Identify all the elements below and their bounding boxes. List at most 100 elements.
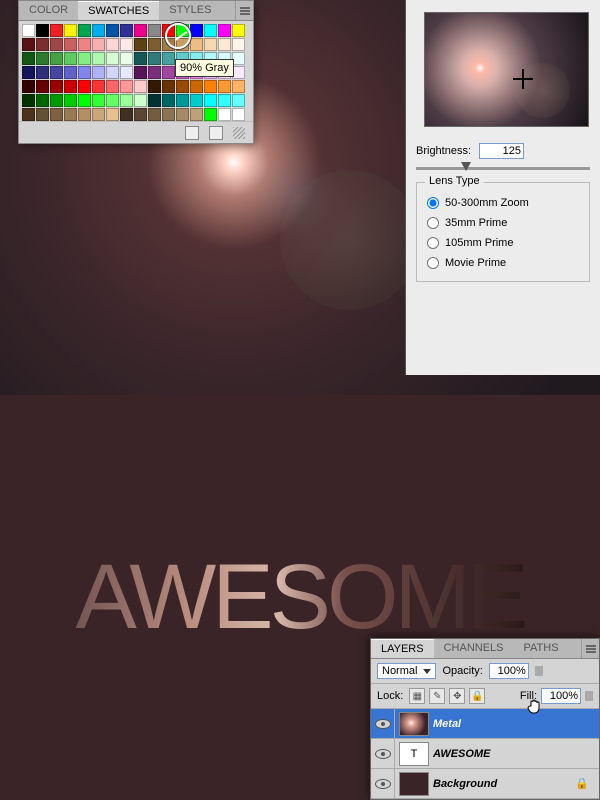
panel-menu-icon[interactable] (581, 639, 599, 658)
fill-input[interactable] (541, 688, 581, 704)
swatch[interactable] (232, 38, 245, 51)
swatch[interactable] (64, 80, 77, 93)
new-swatch-icon[interactable] (185, 126, 199, 140)
swatch[interactable] (162, 108, 175, 121)
lock-position-icon[interactable]: ✥ (449, 688, 465, 704)
swatch[interactable] (190, 108, 203, 121)
swatch[interactable] (148, 108, 161, 121)
lens-type-option[interactable]: 50-300mm Zoom (427, 193, 579, 213)
swatch[interactable] (92, 94, 105, 107)
swatch[interactable] (50, 80, 63, 93)
swatch[interactable] (78, 80, 91, 93)
swatch[interactable] (92, 24, 105, 37)
swatch[interactable] (78, 94, 91, 107)
layer-name-label[interactable]: AWESOME (433, 748, 599, 760)
swatch[interactable] (120, 38, 133, 51)
lens-type-option[interactable]: 35mm Prime (427, 213, 579, 233)
swatch[interactable] (106, 52, 119, 65)
panel-menu-icon[interactable] (235, 1, 253, 20)
swatch[interactable] (36, 80, 49, 93)
swatch[interactable] (92, 66, 105, 79)
swatch[interactable] (92, 108, 105, 121)
swatch[interactable] (134, 66, 147, 79)
radio-icon[interactable] (427, 197, 439, 209)
swatch[interactable] (134, 94, 147, 107)
chevron-right-icon[interactable] (585, 691, 593, 701)
swatch[interactable] (106, 108, 119, 121)
swatch[interactable] (176, 108, 189, 121)
layer-thumbnail[interactable]: T (399, 742, 429, 766)
swatch[interactable] (22, 24, 35, 37)
swatch[interactable] (218, 108, 231, 121)
swatch[interactable] (204, 94, 217, 107)
swatch[interactable] (232, 66, 245, 79)
swatch[interactable] (50, 108, 63, 121)
swatch[interactable] (162, 66, 175, 79)
swatch[interactable] (148, 80, 161, 93)
resize-grip-icon[interactable] (233, 127, 245, 139)
swatch[interactable] (218, 80, 231, 93)
swatch[interactable] (50, 66, 63, 79)
delete-swatch-icon[interactable] (209, 126, 223, 140)
swatch[interactable] (92, 80, 105, 93)
swatch[interactable] (92, 52, 105, 65)
swatch[interactable] (64, 24, 77, 37)
swatch[interactable] (204, 38, 217, 51)
swatch[interactable] (148, 94, 161, 107)
tab-swatches[interactable]: SWATCHES (78, 1, 159, 20)
radio-icon[interactable] (427, 217, 439, 229)
swatch[interactable] (162, 94, 175, 107)
visibility-toggle[interactable] (371, 769, 395, 798)
swatch[interactable] (22, 94, 35, 107)
swatch[interactable] (78, 108, 91, 121)
swatch[interactable] (78, 24, 91, 37)
swatch[interactable] (50, 24, 63, 37)
layer-row[interactable]: Background🔒 (371, 769, 599, 799)
swatch[interactable] (120, 66, 133, 79)
radio-icon[interactable] (427, 257, 439, 269)
swatch[interactable] (106, 66, 119, 79)
brightness-slider[interactable] (416, 167, 590, 170)
layer-row[interactable]: T AWESOME (371, 739, 599, 769)
layer-thumbnail[interactable] (399, 712, 429, 736)
swatch[interactable] (120, 108, 133, 121)
tab-layers[interactable]: LAYERS (371, 639, 434, 658)
tab-styles[interactable]: STYLES (159, 1, 221, 20)
swatch[interactable] (148, 66, 161, 79)
swatch[interactable] (36, 108, 49, 121)
swatch[interactable] (22, 38, 35, 51)
tab-color[interactable]: COLOR (19, 1, 78, 20)
swatch[interactable] (22, 52, 35, 65)
swatch[interactable] (232, 80, 245, 93)
lock-pixels-icon[interactable]: ✎ (429, 688, 445, 704)
lock-transparency-icon[interactable]: ▦ (409, 688, 425, 704)
swatch[interactable] (36, 38, 49, 51)
swatch[interactable] (190, 80, 203, 93)
swatch[interactable] (64, 94, 77, 107)
flare-center-crosshair-icon[interactable] (513, 69, 533, 89)
swatch[interactable] (134, 80, 147, 93)
blend-mode-select[interactable]: Normal (377, 663, 436, 679)
swatch[interactable] (106, 80, 119, 93)
layer-name-label[interactable]: Background (433, 778, 575, 790)
visibility-toggle[interactable] (371, 739, 395, 768)
swatch[interactable] (190, 94, 203, 107)
swatch[interactable] (204, 80, 217, 93)
swatch[interactable] (232, 94, 245, 107)
swatch[interactable] (50, 52, 63, 65)
swatch[interactable] (204, 108, 217, 121)
visibility-toggle[interactable] (371, 709, 395, 738)
swatch[interactable] (120, 94, 133, 107)
layer-name-label[interactable]: Metal (433, 718, 599, 730)
chevron-right-icon[interactable] (535, 666, 543, 676)
lens-type-option[interactable]: Movie Prime (427, 253, 579, 273)
lock-all-icon[interactable]: 🔒 (469, 688, 485, 704)
swatch[interactable] (148, 52, 161, 65)
swatch[interactable] (218, 24, 231, 37)
swatch[interactable] (22, 108, 35, 121)
swatch[interactable] (134, 108, 147, 121)
swatch[interactable] (120, 24, 133, 37)
swatch[interactable] (134, 52, 147, 65)
swatch[interactable] (190, 38, 203, 51)
swatch[interactable] (64, 52, 77, 65)
